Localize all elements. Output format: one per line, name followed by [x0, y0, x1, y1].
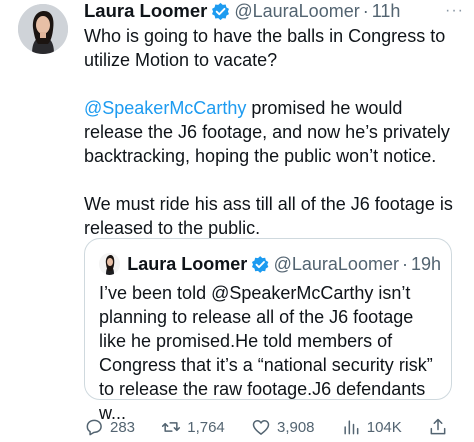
quoted-tweet[interactable]: Laura Loomer @LauraLoomer · 19h I’ve bee… [84, 238, 452, 423]
tweet-paragraph-1: Who is going to have the balls in Congre… [84, 26, 446, 70]
verified-badge-icon [212, 2, 230, 20]
tweet-text: Who is going to have the balls in Congre… [84, 24, 464, 240]
tweet-actions-bar: 283 1,764 3,908 104K [84, 414, 454, 440]
tweet-paragraph-3: We must ride his ass till all of the J6 … [84, 194, 453, 238]
avatar-photo [18, 4, 68, 54]
author-name[interactable]: Laura Loomer [84, 0, 207, 22]
reply-count: 283 [110, 418, 136, 436]
views-chart-icon [344, 420, 359, 435]
like-button[interactable]: 3,908 [251, 417, 315, 437]
share-button[interactable] [428, 417, 454, 437]
separator-dot: · [362, 0, 369, 21]
quoted-verified-badge-icon [252, 255, 269, 273]
tweet-paragraph-2: @SpeakerMcCarthy promised he would relea… [84, 96, 464, 168]
heart-icon [252, 420, 270, 435]
mention-link[interactable]: @SpeakerMcCarthy [84, 98, 246, 118]
views-count: 104K [366, 418, 402, 436]
quoted-author-avatar [99, 253, 121, 275]
repost-icon [162, 422, 181, 432]
author-handle[interactable]: @LauraLoomer [234, 1, 359, 22]
quoted-tweet-text: I’ve been told @SpeakerMcCarthy isn’t pl… [99, 283, 433, 423]
share-icon [430, 418, 446, 435]
quoted-avatar-photo [99, 253, 121, 275]
reply-button[interactable]: 283 [84, 417, 135, 437]
quoted-tweet-header: Laura Loomer @LauraLoomer · 19h [99, 251, 441, 277]
repost-count: 1,764 [187, 418, 225, 436]
quoted-author-name: Laura Loomer [127, 253, 248, 274]
like-count: 3,908 [276, 418, 315, 436]
timestamp[interactable]: 11h [372, 1, 401, 22]
repost-button[interactable]: 1,764 [161, 417, 225, 437]
quoted-timestamp: 19h [410, 253, 441, 274]
author-avatar[interactable] [18, 4, 68, 54]
reply-icon [86, 419, 102, 436]
tweet-header: Laura Loomer @LauraLoomer · 11h ··· [84, 0, 464, 22]
quoted-separator-dot: · [401, 253, 408, 274]
more-options-icon[interactable]: ··· [445, 2, 464, 20]
quoted-author-handle: @LauraLoomer [273, 253, 399, 274]
views-button[interactable]: 104K [341, 417, 402, 437]
